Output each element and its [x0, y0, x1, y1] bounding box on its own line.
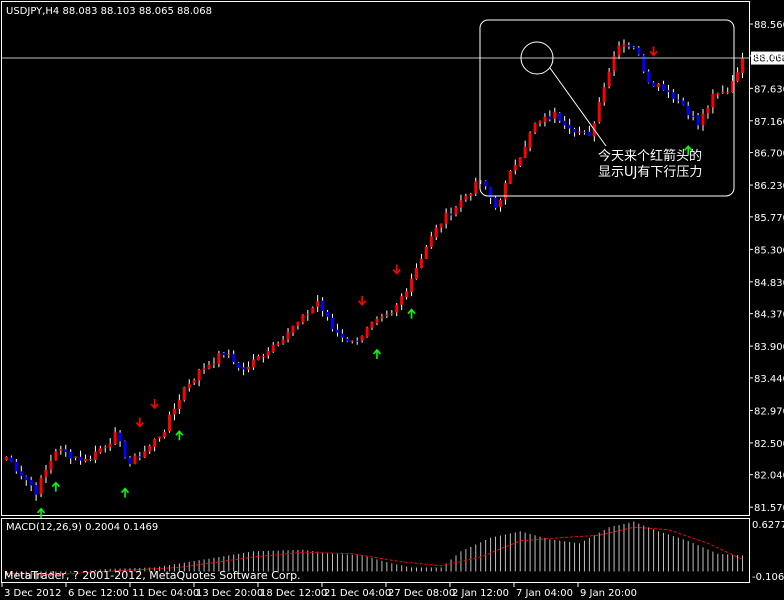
candle [167, 411, 171, 433]
time-tick-label: 11 Dec 04:00 [132, 588, 199, 599]
chart-background [0, 0, 784, 600]
copyright-text: MetaTrader, ? 2001-2012, MetaQuotes Soft… [4, 569, 301, 582]
price-tick-label: 82.970 [754, 406, 784, 417]
price-tick-label: 88.100 [754, 52, 784, 63]
macd-top-value: 0.6277 [752, 520, 784, 531]
price-tick-label: 87.630 [754, 84, 784, 95]
candle [494, 196, 498, 210]
price-tick-label: 88.560 [754, 20, 784, 31]
price-tick-label: 81.570 [754, 503, 784, 514]
time-tick-label: 27 Dec 08:00 [388, 588, 455, 599]
price-tick-label: 83.900 [754, 342, 784, 353]
candle [123, 440, 127, 459]
candle [642, 54, 646, 74]
price-tick-label: 84.370 [754, 310, 784, 321]
time-tick-label: 2 Jan 12:00 [452, 588, 509, 599]
macd-label: MACD(12,26,9) 0.2004 0.1469 [6, 522, 158, 533]
time-tick-label: 13 Dec 20:00 [196, 588, 263, 599]
price-tick-label: 86.230 [754, 181, 784, 192]
time-tick-label: 7 Jan 04:00 [516, 588, 573, 599]
annotation-line-1: 今天来个红箭头的 [598, 148, 702, 164]
time-tick-label: 6 Dec 12:00 [68, 588, 129, 599]
candle [182, 386, 186, 402]
time-tick-label: 21 Dec 04:00 [324, 588, 391, 599]
candle [39, 475, 43, 498]
candle [518, 157, 522, 168]
annotation-line-2: 显示UJ有下行压力 [598, 165, 702, 180]
price-tick-label: 85.300 [754, 245, 784, 256]
macd-bottom-value: -0.1064 [752, 572, 784, 583]
candle [4, 456, 8, 461]
price-tick-label: 87.160 [754, 117, 784, 128]
price-tick-label: 82.500 [754, 439, 784, 450]
candle [424, 245, 428, 259]
price-tick-label: 84.830 [754, 278, 784, 289]
time-tick-label: 3 Dec 2012 [4, 588, 62, 599]
candle [533, 122, 537, 135]
price-tick-label: 85.770 [754, 213, 784, 224]
time-tick-label: 9 Jan 20:00 [580, 588, 637, 599]
candle [365, 326, 369, 338]
symbol-header: USDJPY,H4 88.083 88.103 88.065 88.068 [6, 6, 212, 17]
price-tick-label: 82.040 [754, 471, 784, 482]
price-tick-label: 86.700 [754, 149, 784, 160]
chart-window[interactable]: 88.068 88.56088.10087.63087.16086.70086.… [0, 0, 784, 600]
candle [508, 170, 512, 184]
price-tick-label: 83.440 [754, 374, 784, 385]
time-tick-label: 18 Dec 12:00 [260, 588, 327, 599]
candle [311, 306, 315, 314]
